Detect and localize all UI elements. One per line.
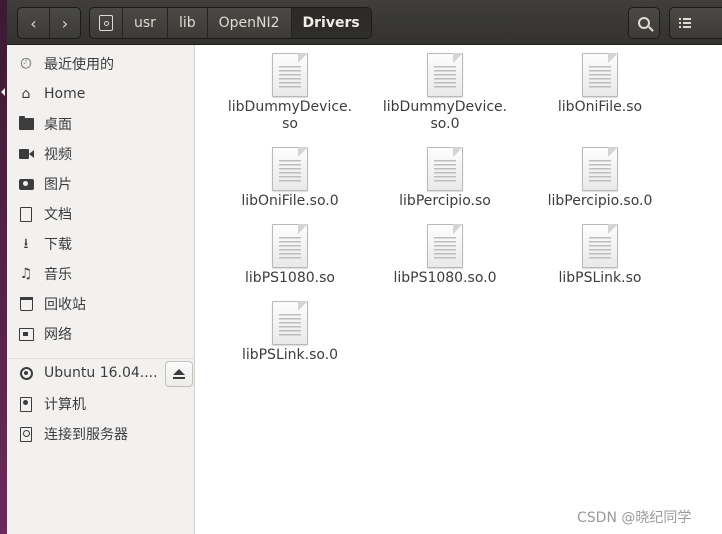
sidebar-item-label: Home [44,86,86,102]
file-item[interactable]: libDummyDevice. so.0 [370,53,520,133]
file-name: libOniFile.so [557,99,643,115]
sidebar-item-label: 音乐 [44,267,72,283]
file-item[interactable]: libPercipio.so.0 [525,147,675,210]
sidebar-item-downloads[interactable]: ⭳ 下载 [7,230,195,258]
disc-icon [18,365,34,381]
file-grid: libDummyDevice. so libDummyDevice. so.0 … [202,45,722,534]
video-icon [18,146,34,162]
file-item[interactable]: libPS1080.so.0 [370,224,520,287]
file-item[interactable]: libDummyDevice. so [215,53,365,133]
file-name: libPercipio.so.0 [547,193,653,209]
eject-icon [173,369,185,379]
file-name: libPS1080.so.0 [393,270,497,286]
computer-icon [18,396,34,412]
sidebar-item-label: 桌面 [44,117,72,133]
sidebar-item-network[interactable]: 网络 [7,320,195,348]
sidebar-item-pictures[interactable]: 图片 [7,170,195,198]
sidebar: 🕘︎ 最近使用的 ⌂ Home 桌面 视频 图片 文档 ⭳ 下载 ♫ 音乐 回收… [7,45,195,534]
text-file-icon [427,147,463,191]
server-icon [18,426,34,442]
file-name: libDummyDevice. so [227,99,353,132]
sidebar-item-label: 视频 [44,147,72,163]
drive-icon [99,15,113,31]
text-file-icon [272,147,308,191]
file-item[interactable]: libPSLink.so [525,224,675,287]
eject-button[interactable] [165,361,193,387]
sidebar-item-music[interactable]: ♫ 音乐 [7,260,195,288]
breadcrumb-lib[interactable]: lib [168,8,208,38]
list-view-button[interactable] [669,7,722,39]
text-file-icon [582,224,618,268]
file-name: libPercipio.so [399,193,491,209]
download-icon: ⭳ [23,236,29,252]
sidebar-item-label: 最近使用的 [44,57,114,73]
sidebar-item-desktop[interactable]: 桌面 [7,110,195,138]
text-file-icon [272,301,308,345]
sidebar-item-documents[interactable]: 文档 [7,200,195,228]
sidebar-item-trash[interactable]: 回收站 [7,290,195,318]
file-name: libPSLink.so.0 [241,347,339,363]
chevron-left-icon: ‹ [30,13,37,33]
search-button[interactable] [628,7,660,39]
camera-icon [18,176,34,192]
document-icon [18,206,34,222]
file-name: libPS1080.so [245,270,335,286]
history-nav: ‹ › [17,7,81,39]
trash-icon [18,296,34,312]
text-file-icon [427,53,463,97]
text-file-icon [582,147,618,191]
text-file-icon [272,224,308,268]
sidebar-item-home[interactable]: ⌂ Home [7,80,195,108]
back-button[interactable]: ‹ [18,8,49,38]
file-name: libDummyDevice. so.0 [382,99,508,132]
sidebar-item-label: 图片 [44,177,72,193]
header-bar: ‹ › usr lib OpenNI2 Drivers [7,0,722,45]
sidebar-item-label: 连接到服务器 [44,427,128,443]
watermark: CSDN @晓纪同学 [577,510,692,526]
file-item[interactable]: libOniFile.so [525,53,675,116]
sidebar-item-recent[interactable]: 🕘︎ 最近使用的 [7,50,195,78]
home-icon: ⌂ [21,86,31,102]
desktop-edge [0,0,7,534]
breadcrumb-drivers[interactable]: Drivers [291,8,371,38]
sidebar-item-label: 计算机 [44,397,86,413]
list-view-icon [679,18,691,28]
chevron-right-icon: › [61,13,69,33]
desktop-folder-icon [18,116,34,132]
forward-button[interactable]: › [49,8,80,38]
sidebar-item-computer[interactable]: 计算机 [7,390,195,418]
sidebar-item-videos[interactable]: 视频 [7,140,195,168]
file-name: libPSLink.so [558,270,642,286]
launcher-arrow-icon [1,88,5,96]
clock-icon: 🕘︎ [20,56,32,72]
text-file-icon [272,53,308,97]
file-item[interactable]: libPS1080.so [215,224,365,287]
sidebar-item-label: Ubuntu 16.04.... [44,365,158,381]
breadcrumb-usr[interactable]: usr [123,8,168,38]
network-icon [18,326,34,342]
text-file-icon [427,224,463,268]
sidebar-item-label: 网络 [44,327,72,343]
music-icon: ♫ [19,266,33,282]
file-item[interactable]: libPSLink.so.0 [215,301,365,364]
sidebar-item-label: 下载 [44,237,72,253]
breadcrumb: usr lib OpenNI2 Drivers [89,7,372,39]
breadcrumb-root[interactable] [90,8,123,38]
sidebar-item-label: 文档 [44,207,72,223]
sidebar-item-connect-server[interactable]: 连接到服务器 [7,420,195,448]
file-manager-window: ‹ › usr lib OpenNI2 Drivers 🕘︎ 最近使用的 ⌂ H… [7,0,722,534]
breadcrumb-openni2[interactable]: OpenNI2 [208,8,292,38]
file-item[interactable]: libPercipio.so [370,147,520,210]
search-icon [638,17,650,29]
text-file-icon [582,53,618,97]
file-name: libOniFile.so.0 [241,193,339,209]
file-item[interactable]: libOniFile.so.0 [215,147,365,210]
sidebar-item-label: 回收站 [44,297,86,313]
